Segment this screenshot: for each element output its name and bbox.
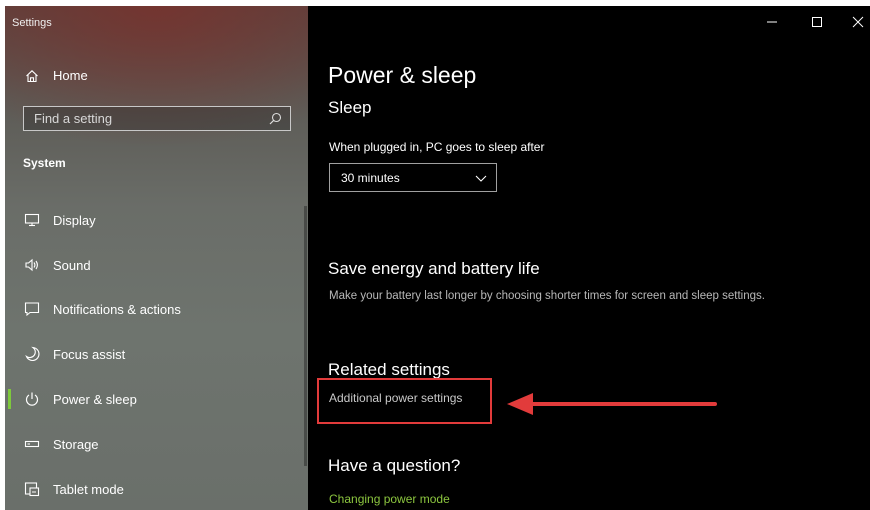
sidebar-item-label: Storage (53, 436, 99, 452)
power-icon (25, 392, 39, 406)
main-content: Power & sleep Sleep When plugged in, PC … (308, 6, 870, 510)
chevron-down-icon (475, 175, 487, 182)
tablet-icon (24, 482, 40, 497)
home-label: Home (53, 68, 88, 83)
sleep-plugged-in-label: When plugged in, PC goes to sleep after (329, 140, 545, 154)
sidebar: Settings Home Find a setting System Disp… (5, 6, 308, 510)
settings-window: Settings Home Find a setting System Disp… (5, 6, 870, 510)
related-settings-heading: Related settings (328, 360, 450, 379)
sidebar-item-display[interactable]: Display (5, 200, 308, 240)
home-nav-item[interactable]: Home (25, 68, 88, 83)
sidebar-item-storage[interactable]: Storage (5, 424, 308, 464)
save-energy-heading: Save energy and battery life (328, 259, 540, 278)
dropdown-value: 30 minutes (341, 170, 400, 185)
sidebar-item-notifications[interactable]: Notifications & actions (5, 289, 308, 329)
sidebar-item-label: Sound (53, 257, 91, 273)
page-title: Power & sleep (328, 62, 477, 88)
sound-icon (25, 258, 38, 272)
have-a-question-heading: Have a question? (328, 456, 461, 475)
app-title: Settings (12, 17, 52, 29)
sidebar-item-sound[interactable]: Sound (5, 245, 308, 285)
storage-icon (24, 440, 40, 448)
sleep-plugged-in-dropdown[interactable]: 30 minutes (329, 163, 497, 192)
changing-power-mode-link[interactable]: Changing power mode (329, 492, 450, 506)
annotation-highlight-box (317, 378, 492, 424)
annotation-arrow-icon (507, 393, 717, 415)
sidebar-item-tablet-mode[interactable]: Tablet mode (5, 469, 308, 509)
search-icon (269, 112, 282, 125)
sidebar-item-label: Display (53, 212, 96, 228)
search-placeholder: Find a setting (34, 111, 113, 126)
notifications-icon (24, 302, 40, 317)
search-input[interactable]: Find a setting (23, 106, 291, 131)
sidebar-item-label: Power & sleep (53, 391, 137, 407)
sidebar-item-focus-assist[interactable]: Focus assist (5, 334, 308, 374)
moon-icon (25, 346, 40, 361)
sidebar-item-power-sleep[interactable]: Power & sleep (5, 379, 308, 419)
sleep-heading: Sleep (328, 98, 372, 117)
save-energy-description: Make your battery last longer by choosin… (329, 290, 765, 302)
display-icon (24, 213, 40, 227)
sidebar-item-label: Focus assist (53, 346, 126, 362)
sidebar-item-label: Notifications & actions (53, 301, 181, 317)
sidebar-item-label: Tablet mode (53, 481, 124, 497)
sidebar-scrollbar[interactable] (304, 206, 307, 466)
section-label-system: System (23, 156, 66, 170)
home-icon (26, 69, 38, 82)
